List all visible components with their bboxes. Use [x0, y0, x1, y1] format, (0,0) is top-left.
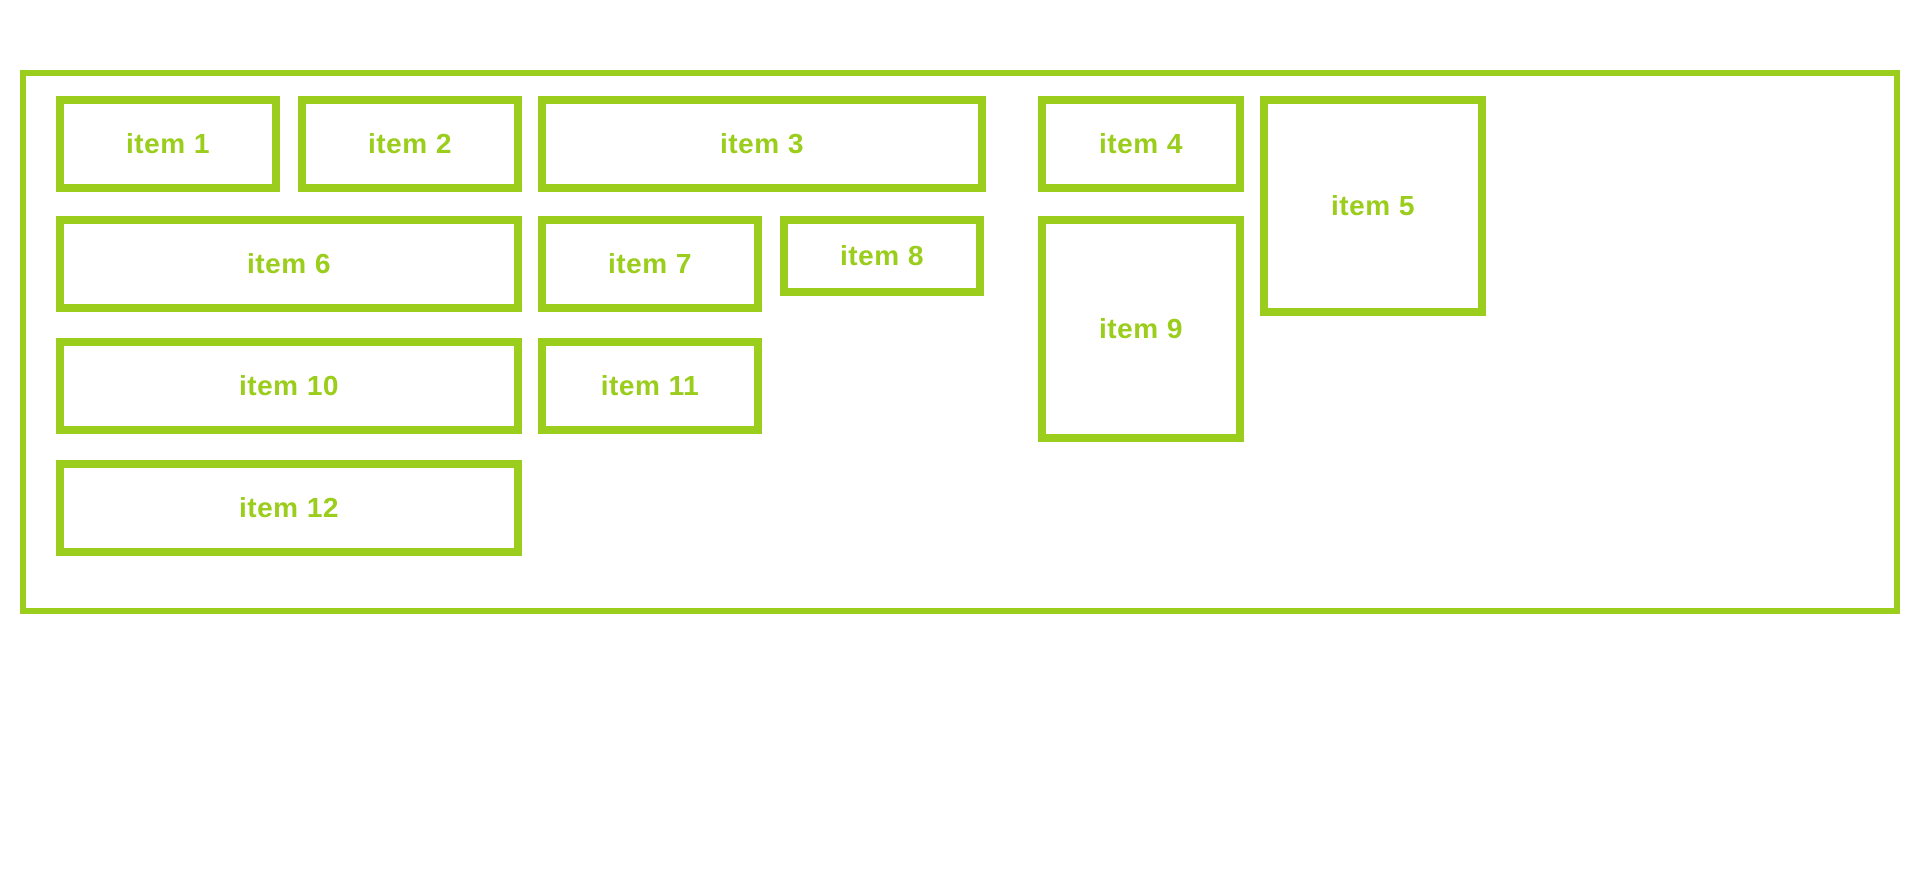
box-item-2: item 2	[298, 96, 522, 192]
box-label: item 9	[1099, 313, 1183, 345]
diagram-container: item 1 item 2 item 3 item 4 item 5 item …	[20, 70, 1900, 614]
box-label: item 10	[239, 370, 339, 402]
box-label: item 5	[1331, 190, 1415, 222]
box-label: item 7	[608, 248, 692, 280]
box-item-6: item 6	[56, 216, 522, 312]
box-label: item 3	[720, 128, 804, 160]
box-item-5: item 5	[1260, 96, 1486, 316]
box-label: item 6	[247, 248, 331, 280]
box-item-1: item 1	[56, 96, 280, 192]
box-label: item 11	[601, 370, 699, 402]
box-item-11: item 11	[538, 338, 762, 434]
box-item-9: item 9	[1038, 216, 1244, 442]
box-label: item 12	[239, 492, 339, 524]
box-item-12: item 12	[56, 460, 522, 556]
box-label: item 4	[1099, 128, 1183, 160]
box-item-10: item 10	[56, 338, 522, 434]
box-item-7: item 7	[538, 216, 762, 312]
box-item-4: item 4	[1038, 96, 1244, 192]
box-label: item 8	[840, 240, 924, 272]
box-label: item 1	[126, 128, 210, 160]
box-label: item 2	[368, 128, 452, 160]
box-item-8: item 8	[780, 216, 984, 296]
box-item-3: item 3	[538, 96, 986, 192]
